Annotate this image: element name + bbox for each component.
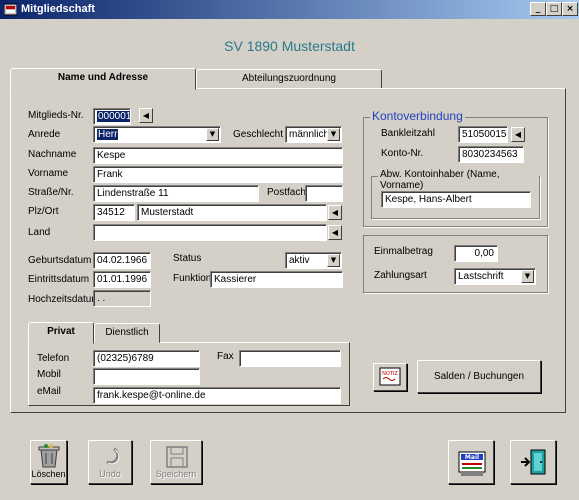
tab-privat[interactable]: Privat [28, 322, 94, 344]
exit-door-icon [521, 449, 546, 475]
eintrittsdatum-field[interactable]: 01.01.1996 [93, 271, 151, 288]
geschlecht-select[interactable]: männlich ▼ [285, 126, 342, 143]
status-label: Status [173, 253, 202, 264]
postfach-field[interactable] [305, 185, 343, 202]
loeschen-label: Löschen [31, 469, 66, 479]
loeschen-button[interactable]: Löschen [30, 440, 67, 484]
chevron-down-icon[interactable]: ▼ [521, 270, 534, 283]
ort-lookup-button[interactable]: ◀ [328, 205, 342, 220]
email-label: eMail [37, 386, 61, 397]
close-button[interactable]: × [562, 2, 578, 16]
strasse-field[interactable]: Lindenstraße 11 [93, 185, 259, 202]
undo-button[interactable]: Undo [88, 440, 132, 484]
anrede-label: Anrede [28, 129, 61, 140]
land-label: Land [28, 227, 51, 238]
plz-ort-label: Plz/Ort [28, 206, 59, 217]
fax-label: Fax [217, 351, 234, 362]
fax-field[interactable] [239, 350, 341, 367]
plz-field[interactable]: 34512 [93, 204, 135, 221]
funktion-field[interactable]: Kassierer [210, 271, 343, 288]
maximize-button[interactable]: □ [546, 2, 562, 16]
speichern-button[interactable]: Speichern [150, 440, 202, 484]
telefon-field[interactable]: (02325)6789 [93, 350, 200, 367]
mobil-label: Mobil [37, 369, 61, 380]
email-field[interactable]: frank.kespe@t-online.de [93, 387, 341, 404]
nachname-field[interactable]: Kespe [93, 147, 343, 164]
vorname-field[interactable]: Frank [93, 166, 343, 183]
kontoverbindung-legend: Kontoverbindung [370, 109, 465, 123]
exit-button[interactable] [510, 440, 556, 484]
mail-button[interactable]: Mail [448, 440, 494, 484]
undo-icon [106, 447, 120, 465]
trash-icon [38, 444, 60, 468]
club-title: SV 1890 Musterstadt [224, 38, 355, 54]
app-icon [4, 3, 17, 16]
telefon-label: Telefon [37, 353, 70, 364]
kontoverbindung-group: Kontoverbindung Bankleitzahl 51050015 ◀ … [363, 109, 548, 227]
svg-text:NOTIZ: NOTIZ [382, 371, 398, 377]
window-title: Mitgliedschaft [21, 3, 95, 15]
svg-text:Mail: Mail [465, 454, 479, 461]
postfach-label: Postfach [267, 187, 306, 198]
anrede-select[interactable]: Herr ▼ [93, 126, 221, 143]
kontoinhaber-legend: Abw. Kontoinhaber (Name, Vorname) [378, 169, 539, 191]
tab-abteilungszuordnung[interactable]: Abteilungszuordnung [196, 69, 382, 89]
eintrittsdatum-label: Eintrittsdatum [28, 274, 90, 285]
kontoinhaber-field[interactable]: Kespe, Hans-Albert [381, 191, 531, 208]
kontoinhaber-group: Abw. Kontoinhaber (Name, Vorname) Kespe,… [371, 169, 540, 219]
einmalbetrag-field[interactable]: 0,00 [454, 245, 498, 262]
zahlung-group: Einmalbetrag 0,00 Zahlungsart Lastschrif… [363, 235, 548, 293]
prev-record-button[interactable]: ◀ [139, 108, 153, 123]
title-bar: Mitgliedschaft _ □ × [0, 0, 579, 19]
tab-name-und-adresse[interactable]: Name und Adresse [10, 68, 196, 90]
land-field[interactable] [93, 224, 327, 241]
notiz-button[interactable]: NOTIZ [373, 363, 407, 391]
undo-label: Undo [99, 469, 121, 479]
mitglieds-nr-field[interactable]: 000001 [93, 108, 131, 125]
tab-dienstlich[interactable]: Dienstlich [94, 323, 160, 343]
funktion-label: Funktion [173, 273, 212, 284]
zahlungsart-select[interactable]: Lastschrift ▼ [454, 268, 536, 285]
geschlecht-label: Geschlecht [233, 129, 284, 140]
ort-field[interactable]: Musterstadt [137, 204, 327, 221]
hochzeitsdatum-field[interactable]: . . [93, 290, 151, 307]
nachname-label: Nachname [28, 149, 77, 160]
zahlungsart-label: Zahlungsart [374, 270, 427, 281]
chevron-down-icon[interactable]: ▼ [327, 254, 340, 267]
mobil-field[interactable] [93, 368, 200, 385]
hochzeitsdatum-label: Hochzeitsdatum [28, 294, 100, 305]
konto-nr-label: Konto-Nr. [381, 148, 424, 159]
mitglieds-nr-label: Mitglieds-Nr. [28, 110, 84, 121]
einmalbetrag-label: Einmalbetrag [374, 246, 433, 257]
geburtsdatum-field[interactable]: 04.02.1966 [93, 252, 151, 269]
bankleitzahl-label: Bankleitzahl [381, 128, 435, 139]
land-lookup-button[interactable]: ◀ [328, 225, 342, 240]
bankleitzahl-field[interactable]: 51050015 [458, 126, 508, 143]
chevron-down-icon[interactable]: ▼ [206, 128, 219, 141]
minimize-button[interactable]: _ [530, 2, 546, 16]
bank-lookup-button[interactable]: ◀ [511, 127, 525, 142]
strasse-label: Straße/Nr. [28, 187, 74, 198]
save-icon [166, 446, 188, 468]
status-select[interactable]: aktiv ▼ [285, 252, 342, 269]
vorname-label: Vorname [28, 168, 69, 179]
mail-icon: Mail [458, 451, 486, 476]
salden-buchungen-button[interactable]: Salden / Buchungen [417, 360, 541, 393]
chevron-down-icon[interactable]: ▼ [327, 128, 340, 141]
notiz-icon: NOTIZ [379, 367, 401, 386]
konto-nr-field[interactable]: 8030234563 [458, 146, 524, 163]
geburtsdatum-label: Geburtsdatum [28, 255, 92, 266]
speichern-label: Speichern [155, 469, 197, 479]
